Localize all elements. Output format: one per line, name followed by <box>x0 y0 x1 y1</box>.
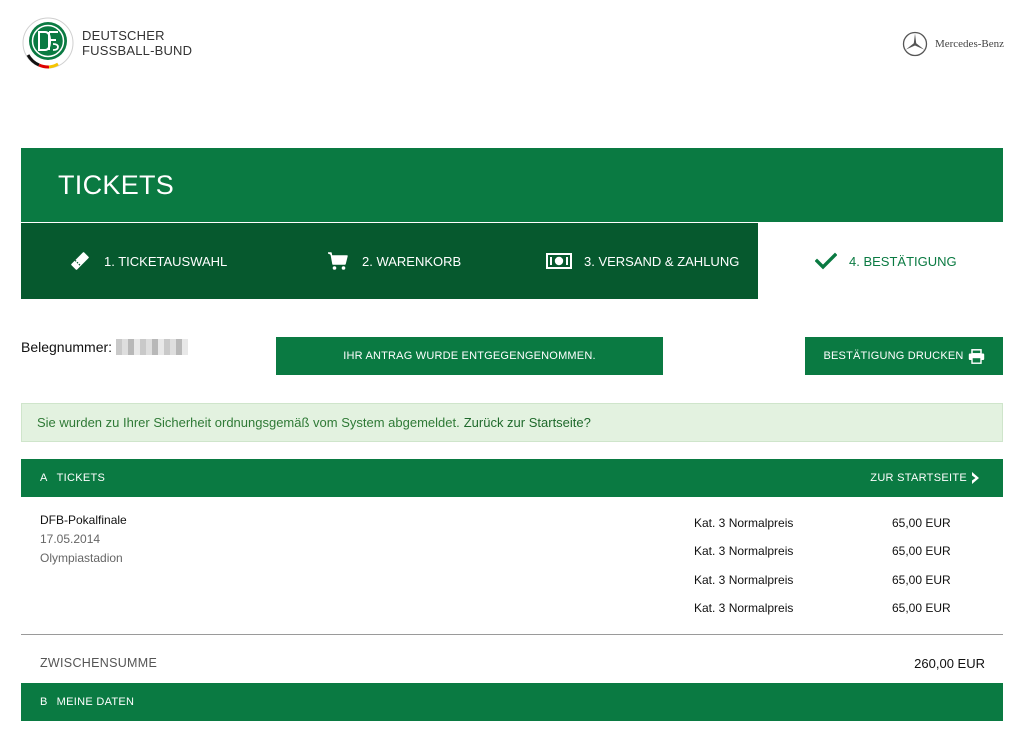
ticket-icon <box>68 249 92 273</box>
double-chevron-right-icon <box>972 472 979 484</box>
checkout-steps: 1. TICKETAUSWAHL 2. WARENKORB 3. VERSAND… <box>21 223 1003 299</box>
ticket-row: Kat. 3 Normalpreis 65,00 EUR <box>694 594 984 622</box>
receipt-number: Belegnummer: <box>21 339 189 355</box>
event-venue: Olympiastadion <box>40 551 123 565</box>
section-letter: B <box>40 696 48 708</box>
ticket-category: Kat. 3 Normalpreis <box>694 601 794 616</box>
ticket-list: Kat. 3 Normalpreis 65,00 EUR Kat. 3 Norm… <box>694 509 984 622</box>
event-name: DFB-Pokalfinale <box>40 513 127 527</box>
ticket-row: Kat. 3 Normalpreis 65,00 EUR <box>694 566 984 594</box>
ticket-price: 65,00 EUR <box>892 544 951 559</box>
step-versand-zahlung[interactable]: 3. VERSAND & ZAHLUNG <box>502 223 758 299</box>
to-homepage-label: ZUR STARTSEITE <box>870 472 967 484</box>
logout-notice-text: Sie wurden zu Ihrer Sicherheit ordnungsg… <box>37 415 460 430</box>
org-line-1: DEUTSCHER <box>82 28 165 43</box>
ticket-price: 65,00 EUR <box>892 572 951 587</box>
subtotal-label: ZWISCHENSUMME <box>40 656 158 670</box>
organization-name: DEUTSCHER FUSSBALL-BUND <box>82 28 192 58</box>
step-warenkorb[interactable]: 2. WARENKORB <box>266 223 502 299</box>
print-confirmation-button[interactable]: BESTÄTIGUNG DRUCKEN <box>805 337 1003 375</box>
mercedes-star-icon <box>902 31 928 57</box>
dfb-logo[interactable] <box>22 17 74 69</box>
step-label: 1. TICKETAUSWAHL <box>104 253 228 269</box>
step-label: 3. VERSAND & ZAHLUNG <box>584 253 740 269</box>
ticket-category: Kat. 3 Normalpreis <box>694 572 794 587</box>
subtotal-divider <box>21 634 1003 635</box>
section-title: MEINE DATEN <box>56 696 135 708</box>
step-bestaetigung[interactable]: 4. BESTÄTIGUNG <box>758 223 1003 299</box>
section-my-data-header[interactable]: B MEINE DATEN <box>21 683 1003 721</box>
ticket-row: Kat. 3 Normalpreis 65,00 EUR <box>694 537 984 565</box>
org-line-2: FUSSBALL-BUND <box>82 43 193 58</box>
section-letter: A <box>40 472 48 484</box>
event-date: 17.05.2014 <box>40 532 101 546</box>
section-tickets-header: A TICKETS ZUR STARTSEITE <box>21 459 1003 497</box>
step-label: 2. WARENKORB <box>362 253 462 269</box>
page-title: TICKETS <box>58 170 175 200</box>
dfb-logo-icon <box>22 17 74 69</box>
cart-icon <box>326 250 350 272</box>
to-homepage-link[interactable]: ZUR STARTSEITE <box>870 459 981 497</box>
step-label: 4. BESTÄTIGUNG <box>849 253 957 269</box>
receipt-number-label: Belegnummer: <box>21 339 113 355</box>
subtotal-value: 260,00 EUR <box>914 656 985 671</box>
ticket-category: Kat. 3 Normalpreis <box>694 544 794 559</box>
logout-notice: Sie wurden zu Ihrer Sicherheit ordnungsg… <box>21 403 1003 442</box>
receipt-number-redacted <box>116 339 189 355</box>
ticket-category: Kat. 3 Normalpreis <box>694 516 794 531</box>
ticket-price: 65,00 EUR <box>892 516 951 531</box>
event-details: DFB-Pokalfinale 17.05.2014 Olympiastadio… <box>40 511 127 568</box>
money-icon <box>546 252 572 270</box>
sponsor-logo[interactable]: Mercedes-Benz <box>902 31 1004 57</box>
print-confirmation-label: BESTÄTIGUNG DRUCKEN <box>823 350 964 362</box>
checkmark-icon <box>815 252 837 270</box>
back-to-home-link[interactable]: Zurück zur Startseite? <box>464 415 591 430</box>
request-received-button[interactable]: IHR ANTRAG WURDE ENTGEGENGENOMMEN. <box>276 337 663 375</box>
sponsor-name: Mercedes-Benz <box>934 38 1004 50</box>
ticket-price: 65,00 EUR <box>892 601 951 616</box>
site-header: DEUTSCHER FUSSBALL-BUND Mercedes-Benz <box>0 0 1024 90</box>
printer-icon <box>968 348 984 364</box>
ticket-row: Kat. 3 Normalpreis 65,00 EUR <box>694 509 984 537</box>
page-banner: TICKETS <box>21 148 1003 222</box>
section-title: TICKETS <box>56 472 106 484</box>
step-ticketauswahl[interactable]: 1. TICKETAUSWAHL <box>21 223 266 299</box>
